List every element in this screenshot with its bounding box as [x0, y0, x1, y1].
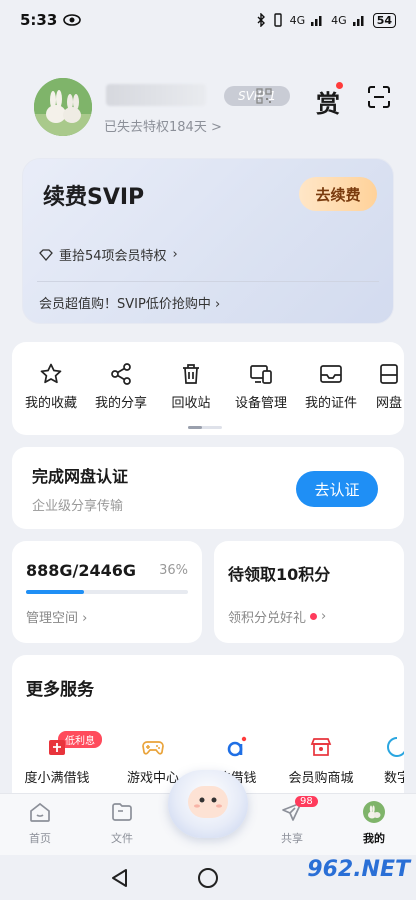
qrcode-icon[interactable]	[256, 88, 272, 104]
system-navigation-bar: 962.NET	[0, 855, 416, 900]
vibrate-icon	[273, 13, 282, 27]
tab-home[interactable]: 首页	[10, 800, 70, 846]
trash-icon	[183, 364, 199, 384]
wallet-icon	[49, 740, 65, 755]
tab-label: 共享	[281, 832, 303, 845]
avatar-icon	[363, 801, 385, 823]
folder-icon	[112, 803, 132, 821]
shop-icon	[310, 738, 332, 756]
tool-label: 回收站	[171, 396, 211, 411]
tool-label: 我的分享	[94, 396, 147, 411]
promo-text: 会员超值购！SVIP低价抢购中	[39, 297, 211, 312]
reward-icon[interactable]: 赏	[316, 84, 340, 119]
loan-icon	[227, 736, 247, 757]
storage-progress-bar	[26, 590, 188, 594]
verification-card: 完成网盘认证 企业级分享传输 去认证	[12, 447, 404, 529]
chevron-right-icon: ›	[78, 611, 88, 626]
tab-files[interactable]: 文件	[92, 800, 152, 846]
network-label-1: 4G	[289, 13, 306, 27]
devices-icon	[250, 365, 272, 384]
tab-label: 首页	[29, 832, 51, 845]
tool-label: 我的证件	[304, 396, 357, 411]
bluetooth-icon	[257, 13, 265, 27]
home-icon	[30, 802, 50, 822]
tool-label: 网盘	[375, 396, 402, 411]
verification-subtitle: 企业级分享传输	[32, 499, 124, 514]
privilege-lost-days[interactable]: 已失去特权184天 >	[104, 116, 222, 135]
site-watermark: 962.NET	[307, 857, 410, 882]
avatar[interactable]	[34, 78, 92, 136]
storage-usage: 888G/2446G	[26, 561, 137, 580]
tab-mine[interactable]: 我的	[344, 800, 404, 846]
card-divider	[37, 281, 379, 282]
tool-shares[interactable]: 我的分享	[86, 362, 156, 411]
tool-label: 我的收藏	[24, 396, 77, 411]
scroll-indicator	[188, 426, 222, 429]
mascot-face-icon	[188, 786, 228, 818]
signal-icon	[311, 16, 322, 26]
manage-space-link[interactable]: 管理空间 ›	[26, 607, 87, 626]
services-title: 更多服务	[26, 680, 94, 700]
service-label: 游戏中心	[126, 771, 179, 786]
eye-icon	[63, 14, 82, 26]
renew-button[interactable]: 去续费	[299, 177, 377, 211]
back-triangle-icon[interactable]	[110, 868, 128, 888]
verification-title: 完成网盘认证	[32, 467, 129, 486]
home-circle-button[interactable]	[198, 868, 218, 888]
signal-icon-2	[352, 16, 364, 26]
tool-device-management[interactable]: 设备管理	[226, 362, 296, 411]
tab-label: 文件	[111, 832, 133, 845]
chevron-right-icon: ›	[321, 609, 327, 624]
status-bar: 5:33 4G 4G 54	[0, 0, 416, 40]
points-card[interactable]: 待领取10积分 领积分兑好礼 ›	[214, 541, 404, 643]
service-label: 度小满借钱	[24, 771, 90, 786]
id-card-icon	[320, 365, 342, 383]
network-label-2: 4G	[331, 13, 347, 27]
redeem-points-text: 领积分兑好礼	[228, 611, 307, 626]
reward-notification-dot	[336, 82, 343, 89]
verify-button[interactable]: 去认证	[296, 471, 378, 507]
digital-icon	[387, 737, 404, 757]
disk-icon	[380, 364, 398, 384]
promo-link[interactable]: 会员超值购！SVIP低价抢购中 ›	[39, 293, 220, 312]
points-title: 待领取10积分	[228, 565, 331, 584]
share-count-badge: 98	[295, 796, 318, 807]
service-digital[interactable]: 数字	[352, 735, 404, 786]
diamond-icon	[39, 248, 53, 261]
star-icon	[40, 363, 62, 384]
redeem-points-link[interactable]: 领积分兑好礼 ›	[228, 607, 326, 626]
storage-card[interactable]: 888G/2446G 36% 管理空间 ›	[12, 541, 202, 643]
tab-share[interactable]: 共享 98	[262, 796, 322, 846]
tool-recycle-bin[interactable]: 回收站	[156, 362, 226, 411]
service-label: 会员购商城	[288, 771, 354, 786]
service-loan[interactable]: 度小满借钱	[12, 735, 102, 786]
storage-progress-fill	[26, 590, 85, 594]
manage-space-text: 管理空间	[26, 611, 79, 626]
service-label: 数字	[383, 771, 404, 786]
scan-icon[interactable]	[368, 86, 390, 108]
username-blurred	[106, 84, 206, 106]
tab-label: 我的	[363, 832, 385, 845]
tool-favorites[interactable]: 我的收藏	[16, 362, 86, 411]
profile-header: SVIP 1 已失去特权184天 > 赏	[34, 78, 394, 138]
tool-disk[interactable]: 网盘	[354, 362, 404, 411]
chevron-right-icon: ›	[172, 247, 178, 262]
notification-dot	[310, 613, 318, 620]
status-time: 5:33	[20, 11, 58, 29]
rabbit-avatar-icon	[34, 78, 92, 136]
gamepad-icon	[142, 741, 164, 755]
storage-percent: 36%	[159, 563, 188, 578]
svip-renew-card[interactable]: 续费SVIP 去续费 重拾54项会员特权 › 会员超值购！SVIP低价抢购中 ›	[22, 158, 394, 324]
assistant-mascot-button[interactable]	[168, 770, 248, 838]
battery-indicator: 54	[372, 12, 396, 28]
tool-label: 设备管理	[234, 396, 287, 411]
privilege-link[interactable]: 重拾54项会员特权 ›	[39, 245, 178, 264]
share-icon	[111, 363, 131, 385]
privilege-text: 重拾54项会员特权	[59, 249, 167, 264]
chevron-right-icon: ›	[214, 297, 221, 312]
svip-card-title: 续费SVIP	[43, 185, 145, 210]
tools-row: 我的收藏 我的分享 回收站 设备管理 我的证件 网盘	[12, 342, 404, 435]
